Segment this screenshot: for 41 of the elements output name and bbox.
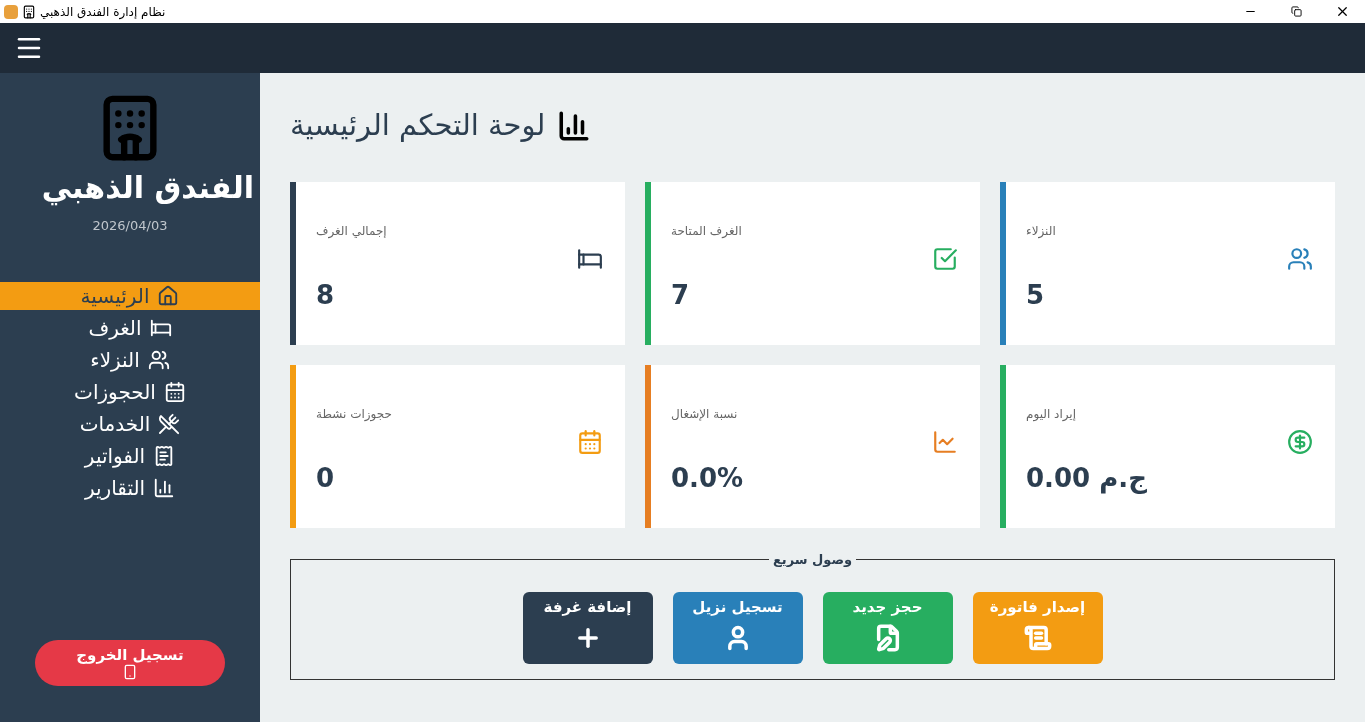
- stat-label: إجمالي الغرف: [316, 223, 387, 240]
- money-icon: [1287, 429, 1313, 455]
- stat-value: 5: [1026, 279, 1045, 312]
- restore-icon: [1290, 6, 1302, 17]
- scroll-icon: [1023, 624, 1052, 652]
- stat-label: الغرف المتاحة: [671, 223, 742, 240]
- stat-label: نسبة الإشغال: [671, 406, 738, 423]
- nav-item[interactable]: الرئيسية: [0, 281, 260, 310]
- window-title: نظام إدارة الفندق الذهبي: [40, 3, 166, 21]
- line-chart-icon: [932, 429, 958, 455]
- date-label: 2026/04/03: [92, 217, 168, 235]
- house-icon: [157, 284, 180, 307]
- nav-item[interactable]: الفواتير: [0, 441, 260, 470]
- nav-item[interactable]: الخدمات: [0, 409, 260, 438]
- nav-item[interactable]: النزلاء: [0, 345, 260, 374]
- users-icon: [147, 348, 170, 371]
- stat-label: النزلاء: [1026, 223, 1056, 240]
- logout-button[interactable]: تسجيل الخروج: [35, 640, 225, 686]
- nav-item[interactable]: التقارير: [0, 473, 260, 502]
- page-title: لوحة التحكم الرئيسية: [290, 107, 546, 145]
- stat-value: 0.0%: [671, 462, 744, 495]
- calendar-icon: [577, 429, 603, 455]
- checkbox-icon: [932, 246, 958, 272]
- hotel-name: الفندق الذهبي: [41, 169, 255, 208]
- quick-button[interactable]: تسجيل نزيل: [672, 591, 803, 664]
- calendar-icon: [163, 380, 186, 403]
- stat-value: 0.00 ج.م: [1026, 462, 1147, 496]
- panel-title: وصول سريع: [771, 551, 854, 569]
- bar-chart-icon: [153, 476, 176, 499]
- users-icon: [1287, 246, 1313, 272]
- quick-button[interactable]: إضافة غرفة: [522, 591, 653, 664]
- stat-label: حجوزات نشطة: [316, 406, 392, 423]
- app-icon: [4, 4, 18, 19]
- hotel-icon: [22, 4, 36, 19]
- stat-value: 8: [316, 279, 335, 312]
- stat-value: 7: [671, 279, 690, 312]
- nav-item[interactable]: الحجوزات: [0, 377, 260, 406]
- stat-value: 0: [316, 462, 335, 495]
- nav-item[interactable]: الغرف: [0, 313, 260, 342]
- bed-icon: [577, 246, 603, 272]
- stat-label: إيراد اليوم: [1026, 406, 1077, 423]
